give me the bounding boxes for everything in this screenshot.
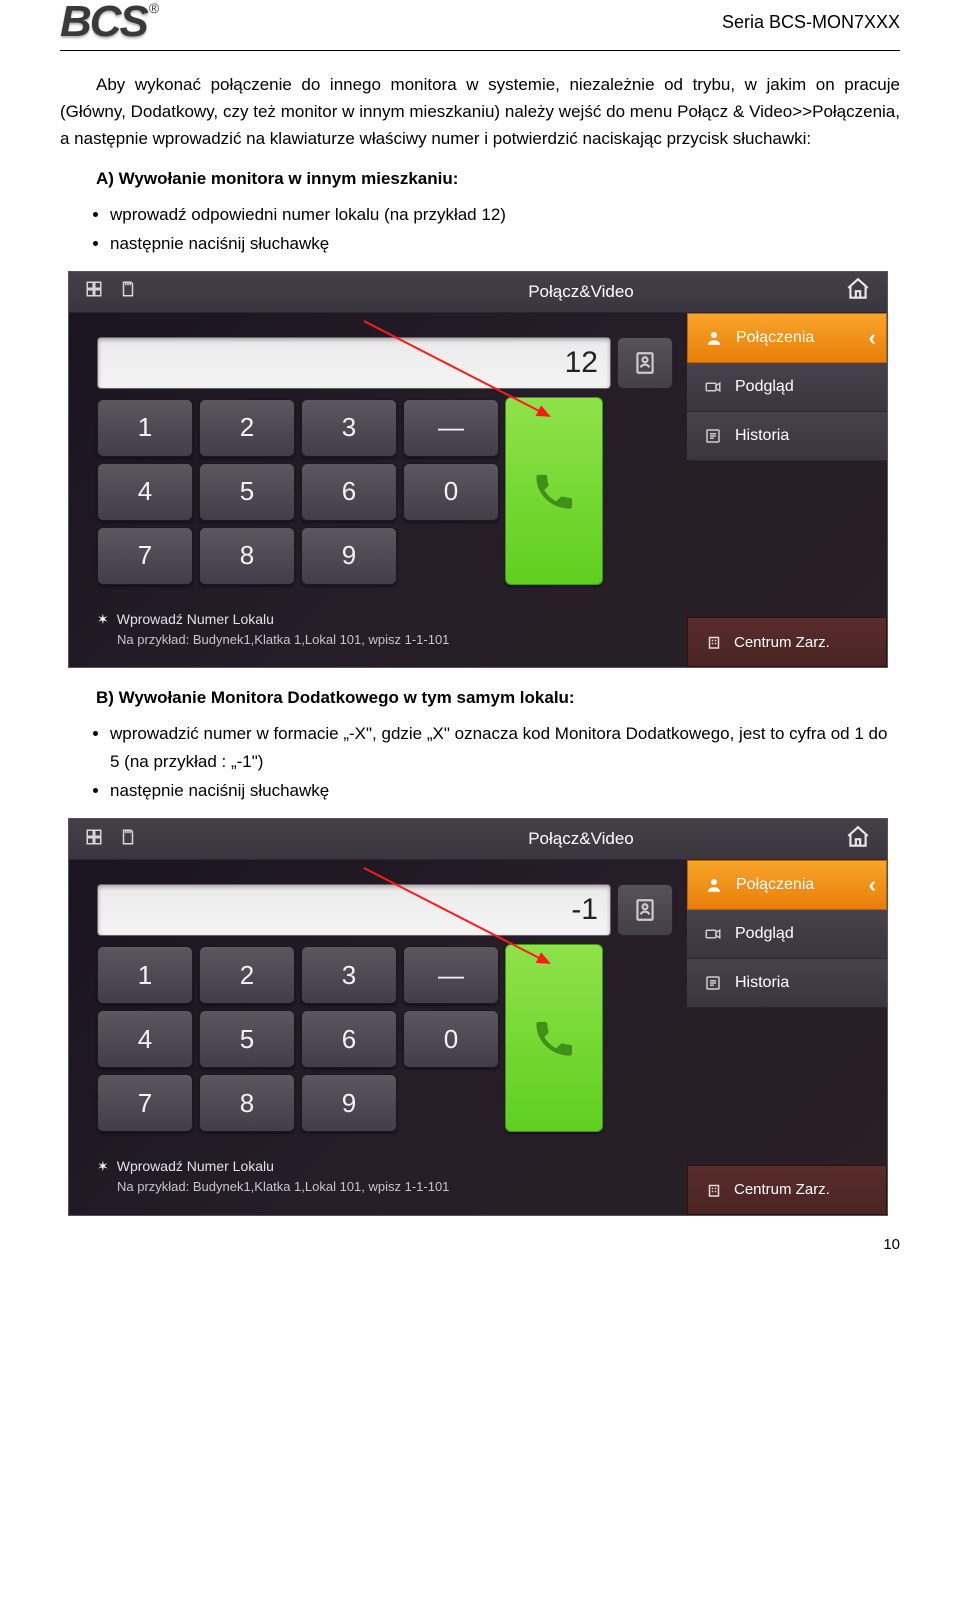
hint-subtitle: Na przykład: Budynek1,Klatka 1,Lokal 101… bbox=[117, 630, 673, 650]
menu-history[interactable]: Historia bbox=[687, 412, 887, 461]
key-9[interactable]: 9 bbox=[301, 527, 397, 585]
chevron-left-icon: ‹ bbox=[869, 872, 876, 898]
key-7[interactable]: 7 bbox=[97, 527, 193, 585]
bullet-item: wprowadź odpowiedni numer lokalu (na prz… bbox=[110, 201, 900, 228]
key-2[interactable]: 2 bbox=[199, 399, 295, 457]
bullet-item: następnie naciśnij słuchawkę bbox=[110, 230, 900, 257]
menu-label: Połączenia bbox=[736, 876, 814, 894]
menu-label: Połączenia bbox=[736, 329, 814, 347]
screenshot-b: Połącz&Video -1 1 2 3 — bbox=[68, 818, 888, 1216]
sd-icon bbox=[119, 828, 137, 851]
camera-icon bbox=[703, 925, 723, 943]
menu-connections[interactable]: Połączenia ‹ bbox=[687, 860, 887, 910]
person-icon bbox=[704, 876, 724, 894]
keypad: 1 2 3 — 4 5 6 0 7 8 9 bbox=[97, 946, 499, 1132]
bullets-b: wprowadzić numer w formacie „-X", gdzie … bbox=[110, 720, 900, 804]
home-icon[interactable] bbox=[845, 276, 871, 307]
key-dash[interactable]: — bbox=[403, 399, 499, 457]
topbar-title: Połącz&Video bbox=[528, 282, 634, 302]
contacts-button[interactable] bbox=[617, 337, 673, 389]
key-0[interactable]: 0 bbox=[403, 463, 499, 521]
bullets-a: wprowadź odpowiedni numer lokalu (na prz… bbox=[110, 201, 900, 257]
menu-preview[interactable]: Podgląd bbox=[687, 363, 887, 412]
chevron-left-icon: ‹ bbox=[869, 325, 876, 351]
hint-title: Wprowadź Numer Lokalu bbox=[117, 1158, 274, 1174]
call-button[interactable] bbox=[505, 944, 603, 1132]
keypad: 1 2 3 — 4 5 6 0 7 8 9 bbox=[97, 399, 499, 585]
key-8[interactable]: 8 bbox=[199, 527, 295, 585]
star-icon: ✶ bbox=[97, 1158, 109, 1174]
key-0[interactable]: 0 bbox=[403, 1010, 499, 1068]
section-b-title: B) Wywołanie Monitora Dodatkowego w tym … bbox=[96, 688, 900, 708]
list-icon bbox=[703, 974, 723, 992]
windows-icon bbox=[85, 828, 103, 851]
number-display[interactable]: 12 bbox=[97, 337, 611, 389]
topbar-title: Połącz&Video bbox=[528, 829, 634, 849]
page-number: 10 bbox=[60, 1236, 900, 1253]
logo-trademark: ® bbox=[149, 0, 159, 16]
number-display[interactable]: -1 bbox=[97, 884, 611, 936]
key-3[interactable]: 3 bbox=[301, 399, 397, 457]
camera-icon bbox=[703, 378, 723, 396]
logo: BCS ® bbox=[60, 0, 159, 44]
menu-connections[interactable]: Połączenia ‹ bbox=[687, 313, 887, 363]
menu-centrum[interactable]: Centrum Zarz. bbox=[687, 1165, 887, 1215]
topbar: Połącz&Video bbox=[69, 819, 887, 860]
screenshot-a: Połącz&Video 12 1 2 3 — bbox=[68, 271, 888, 669]
key-6[interactable]: 6 bbox=[301, 1010, 397, 1068]
sd-icon bbox=[119, 280, 137, 303]
logo-text: BCS bbox=[60, 0, 147, 44]
key-5[interactable]: 5 bbox=[199, 1010, 295, 1068]
contacts-button[interactable] bbox=[617, 884, 673, 936]
page-header: BCS ® Seria BCS-MON7XXX bbox=[60, 0, 900, 51]
building-icon bbox=[704, 633, 724, 651]
key-1[interactable]: 1 bbox=[97, 399, 193, 457]
section-a-title: A) Wywołanie monitora w innym mieszkaniu… bbox=[96, 169, 900, 189]
windows-icon bbox=[85, 280, 103, 303]
building-icon bbox=[704, 1181, 724, 1199]
series-label: Seria BCS-MON7XXX bbox=[722, 12, 900, 33]
call-button[interactable] bbox=[505, 397, 603, 585]
bullet-item: następnie naciśnij słuchawkę bbox=[110, 777, 900, 804]
menu-label: Podgląd bbox=[735, 925, 794, 943]
key-9[interactable]: 9 bbox=[301, 1074, 397, 1132]
key-4[interactable]: 4 bbox=[97, 463, 193, 521]
menu-history[interactable]: Historia bbox=[687, 959, 887, 1008]
key-2[interactable]: 2 bbox=[199, 946, 295, 1004]
star-icon: ✶ bbox=[97, 611, 109, 627]
hint: ✶ Wprowadź Numer Lokalu Na przykład: Budy… bbox=[97, 609, 673, 650]
menu-centrum[interactable]: Centrum Zarz. bbox=[687, 617, 887, 667]
key-4[interactable]: 4 bbox=[97, 1010, 193, 1068]
key-8[interactable]: 8 bbox=[199, 1074, 295, 1132]
paragraph-intro: Aby wykonać połączenie do innego monitor… bbox=[60, 71, 900, 153]
menu-label: Centrum Zarz. bbox=[734, 1181, 830, 1198]
key-6[interactable]: 6 bbox=[301, 463, 397, 521]
topbar: Połącz&Video bbox=[69, 272, 887, 313]
hint: ✶ Wprowadź Numer Lokalu Na przykład: Budy… bbox=[97, 1156, 673, 1197]
list-icon bbox=[703, 427, 723, 445]
person-icon bbox=[704, 329, 724, 347]
menu-label: Podgląd bbox=[735, 378, 794, 396]
hint-subtitle: Na przykład: Budynek1,Klatka 1,Lokal 101… bbox=[117, 1177, 673, 1197]
key-5[interactable]: 5 bbox=[199, 463, 295, 521]
key-dash[interactable]: — bbox=[403, 946, 499, 1004]
key-1[interactable]: 1 bbox=[97, 946, 193, 1004]
bullet-item: wprowadzić numer w formacie „-X", gdzie … bbox=[110, 720, 900, 774]
menu-label: Centrum Zarz. bbox=[734, 634, 830, 651]
key-3[interactable]: 3 bbox=[301, 946, 397, 1004]
key-7[interactable]: 7 bbox=[97, 1074, 193, 1132]
menu-label: Historia bbox=[735, 974, 789, 992]
home-icon[interactable] bbox=[845, 824, 871, 855]
menu-label: Historia bbox=[735, 427, 789, 445]
menu-preview[interactable]: Podgląd bbox=[687, 910, 887, 959]
hint-title: Wprowadź Numer Lokalu bbox=[117, 611, 274, 627]
